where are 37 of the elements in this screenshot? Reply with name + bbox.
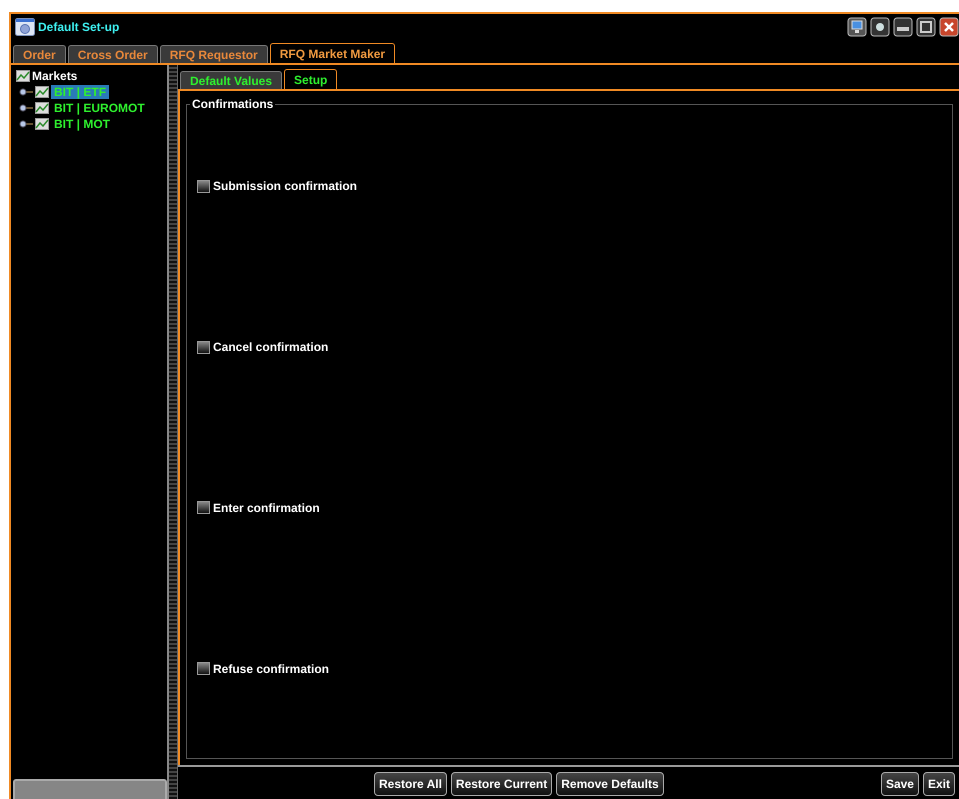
tree-item[interactable]: BIT | MOT <box>51 117 114 131</box>
checkbox[interactable] <box>197 662 210 676</box>
group-title: Confirmations <box>190 97 276 111</box>
tab[interactable]: RFQ Requestor <box>160 45 268 63</box>
chart-icon <box>16 70 30 82</box>
tree-item[interactable]: Markets <box>32 69 78 83</box>
chart-icon <box>35 118 49 130</box>
action-button[interactable]: Save <box>880 772 919 796</box>
checkbox[interactable] <box>197 340 210 354</box>
checkbox-label: Enter confirmation <box>213 500 320 515</box>
checkbox-label: Cancel confirmation <box>213 340 328 354</box>
monitor-icon[interactable] <box>847 17 867 37</box>
tab[interactable]: Cross Order <box>68 45 158 63</box>
checkbox[interactable] <box>197 180 210 193</box>
action-button[interactable]: Restore All <box>374 772 447 796</box>
chart-icon <box>35 86 49 98</box>
app-icon <box>15 18 35 36</box>
tab[interactable]: RFQ Market Maker <box>270 43 396 63</box>
maximize-icon[interactable] <box>916 17 936 37</box>
splitter-handle[interactable] <box>169 65 178 799</box>
action-button[interactable]: Remove Defaults <box>556 772 664 796</box>
checkbox-label: Refuse confirmation <box>213 662 330 676</box>
action-button[interactable]: Exit <box>922 772 955 796</box>
tab[interactable]: Setup <box>284 69 338 89</box>
action-button[interactable]: Restore Current <box>450 772 552 796</box>
tree-item[interactable]: BIT | EUROMOT <box>51 101 148 115</box>
tab[interactable]: Order <box>13 45 66 63</box>
checkbox[interactable] <box>197 501 210 514</box>
expand-handle-icon[interactable] <box>19 87 33 97</box>
minimize-icon[interactable] <box>893 17 913 37</box>
expand-handle-icon[interactable] <box>19 103 33 113</box>
window-title: Default Set-up <box>38 20 120 34</box>
close-icon[interactable] <box>939 17 959 37</box>
tab[interactable]: Default Values <box>180 71 282 89</box>
checkbox-label: Submission confirmation <box>213 179 358 194</box>
expand-handle-icon[interactable] <box>19 119 33 129</box>
chart-icon <box>35 102 49 114</box>
